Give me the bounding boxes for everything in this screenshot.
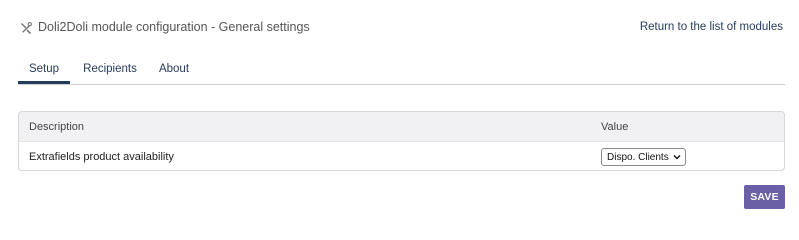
column-header-value: Value	[601, 120, 629, 133]
tab-bar: Setup Recipients About	[18, 58, 785, 85]
module-config-page: Doli2Doli module configuration - General…	[0, 0, 799, 219]
chevron-down-icon	[673, 153, 681, 161]
page-title: Doli2Doli module configuration - General…	[38, 20, 310, 34]
setting-value-cell: Dispo. Clients	[599, 148, 784, 166]
availability-select[interactable]: Dispo. Clients	[601, 148, 686, 166]
settings-table: Description Value Extrafields product av…	[18, 111, 785, 171]
save-button[interactable]: SAVE	[744, 185, 785, 209]
tools-icon	[20, 21, 32, 35]
table-row: Extrafields product availability Dispo. …	[19, 142, 784, 170]
return-to-modules-link[interactable]: Return to the list of modules	[640, 21, 783, 33]
table-header: Description Value	[19, 112, 784, 142]
setting-description: Extrafields product availability	[29, 151, 174, 163]
column-header-description: Description	[29, 120, 85, 133]
tab-setup[interactable]: Setup	[18, 58, 70, 84]
select-value: Dispo. Clients	[607, 151, 669, 163]
tab-recipients[interactable]: Recipients	[70, 58, 150, 78]
page-header: Doli2Doli module configuration - General…	[20, 18, 783, 36]
tab-about[interactable]: About	[150, 58, 198, 78]
title-group: Doli2Doli module configuration - General…	[20, 20, 310, 35]
